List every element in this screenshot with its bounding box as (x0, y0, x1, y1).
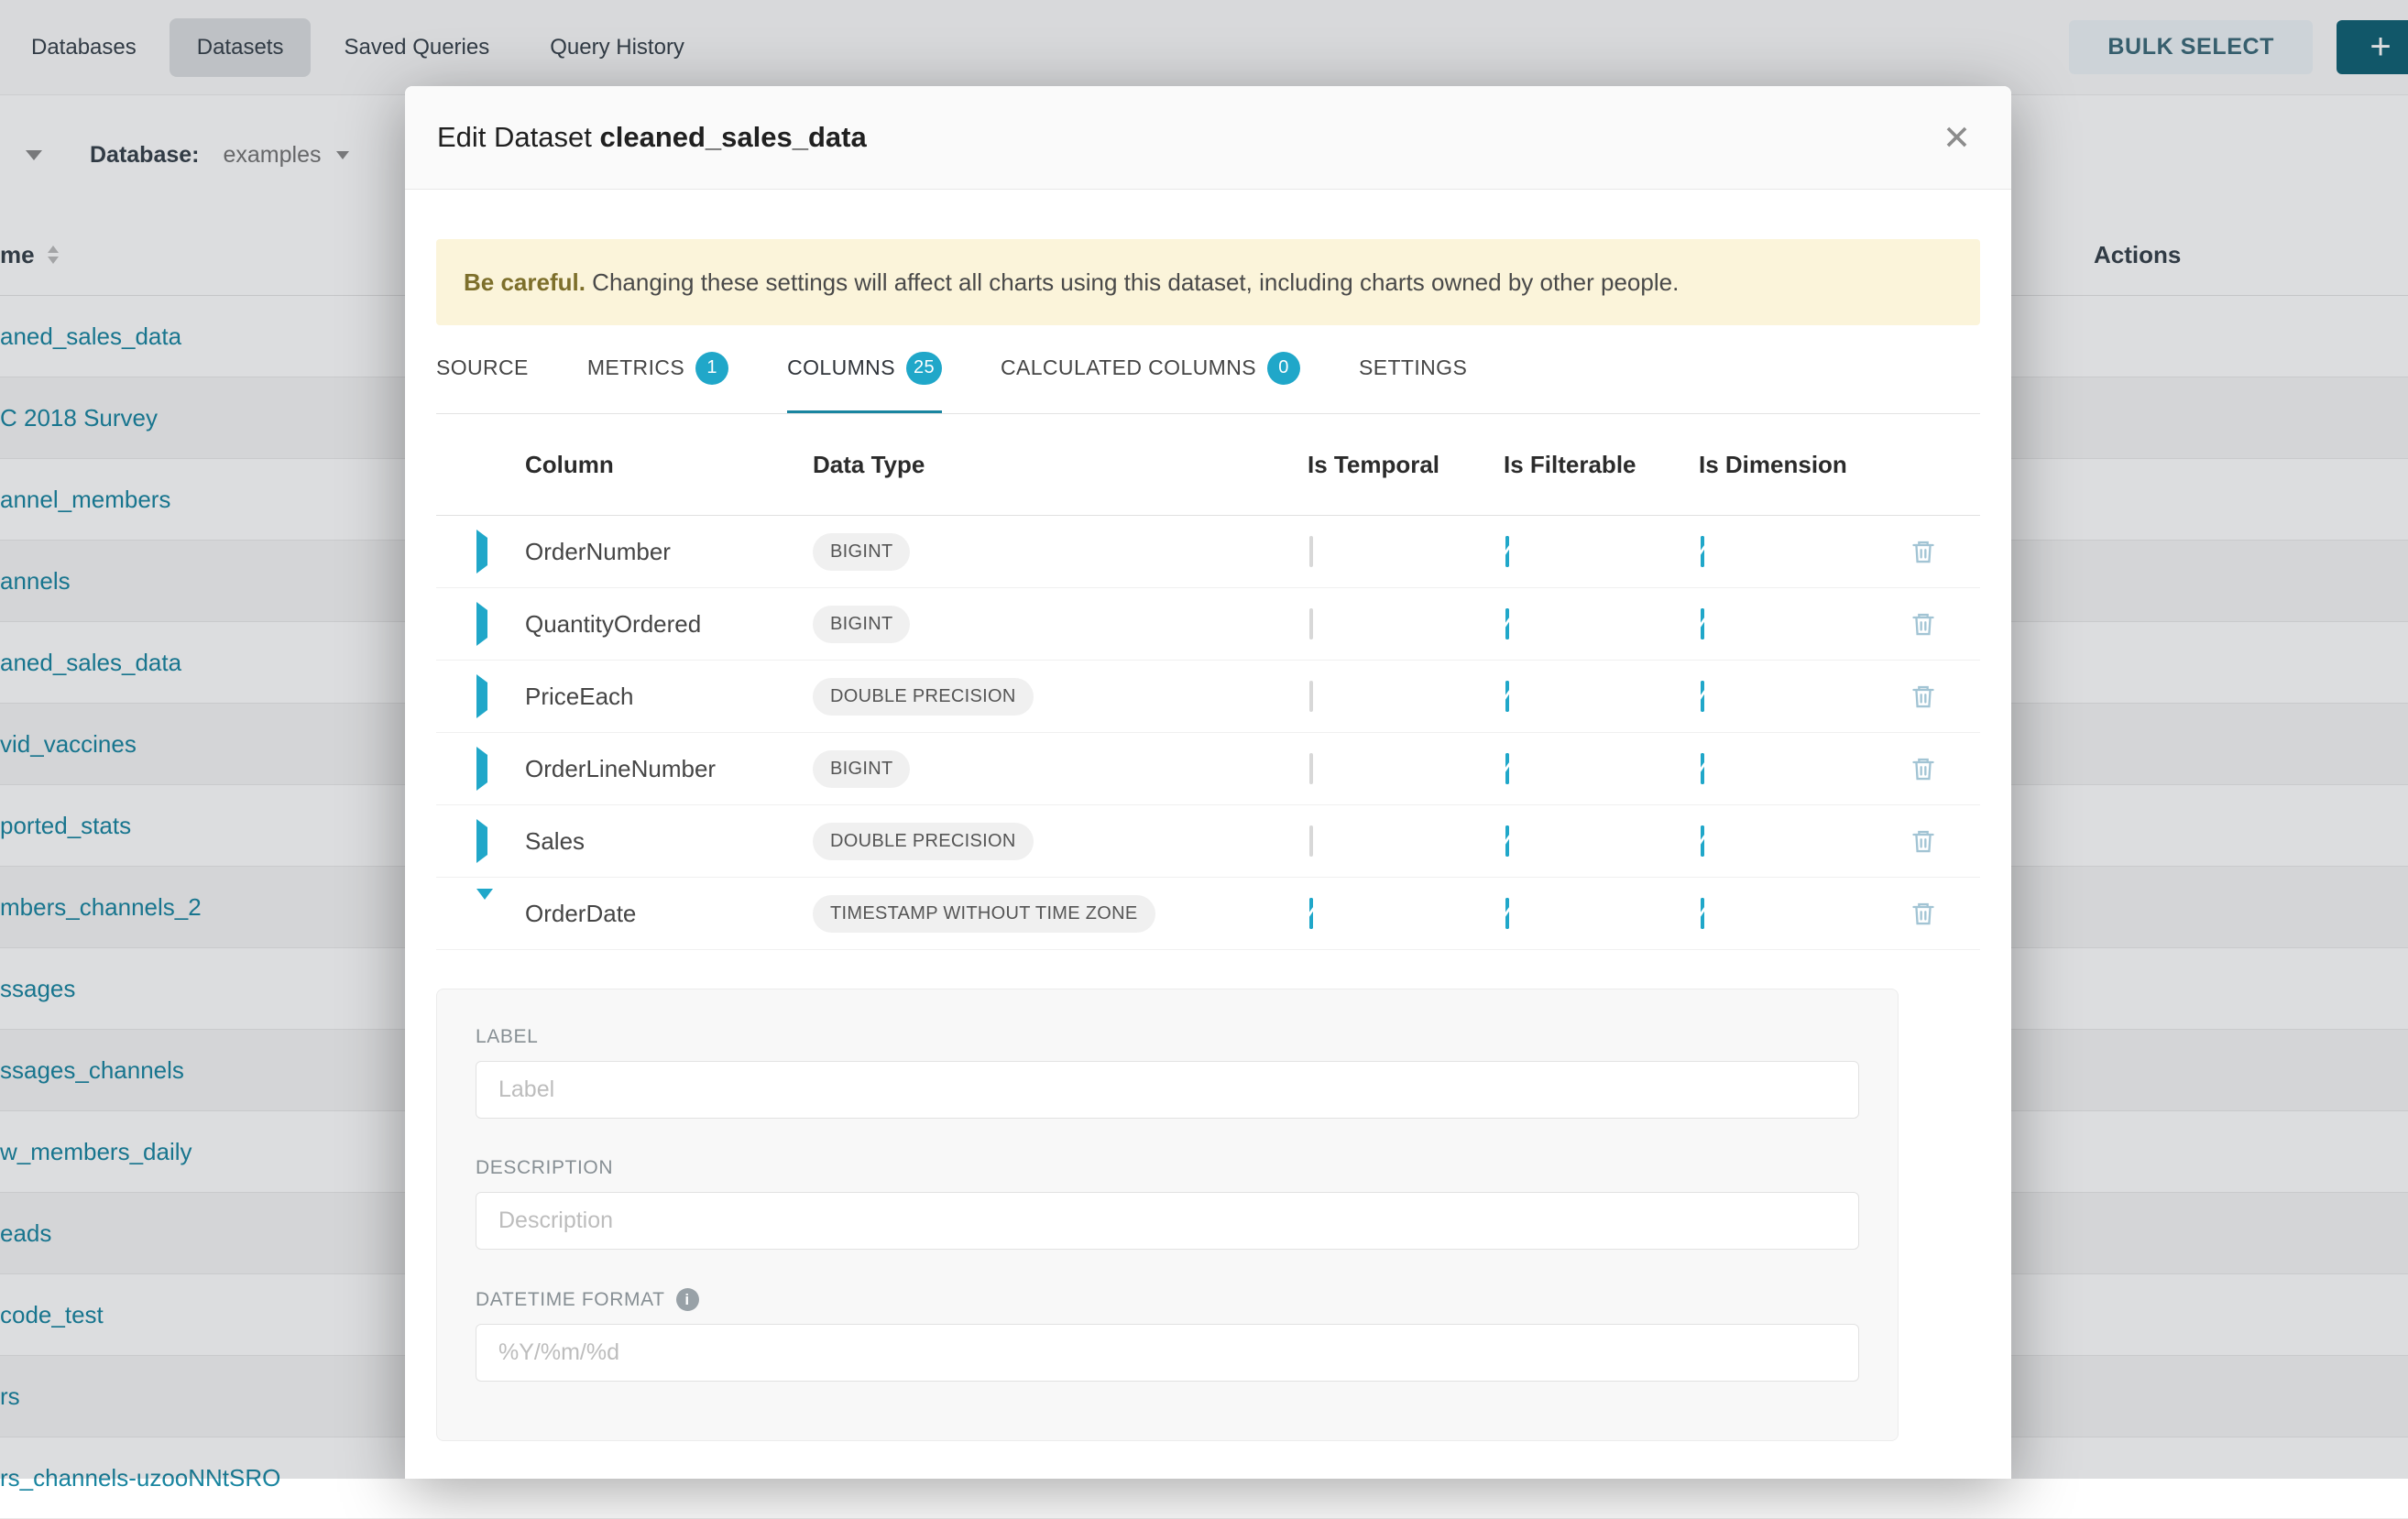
column-row: PriceEach DOUBLE PRECISION (436, 661, 1980, 733)
is-filterable-checkbox[interactable] (1505, 753, 1509, 784)
column-row: OrderLineNumber BIGINT (436, 733, 1980, 805)
info-icon[interactable]: i (676, 1288, 699, 1311)
column-name: QuantityOrdered (525, 610, 813, 639)
datetime-format-label-text: DATETIME FORMAT (476, 1289, 665, 1311)
tab-source[interactable]: SOURCE (436, 325, 529, 413)
datetime-format-input[interactable] (476, 1324, 1859, 1382)
is-filterable-checkbox[interactable] (1505, 825, 1509, 857)
is-temporal-checkbox[interactable] (1309, 536, 1313, 567)
is-filterable-checkbox[interactable] (1505, 898, 1509, 929)
delete-column-icon[interactable] (1910, 539, 1936, 564)
expand-caret-icon[interactable] (476, 819, 487, 863)
is-temporal-checkbox[interactable] (1309, 825, 1313, 857)
is-dimension-checkbox[interactable] (1701, 681, 1704, 712)
is-dimension-header: Is Dimension (1699, 451, 1866, 479)
is-filterable-header: Is Filterable (1504, 451, 1699, 479)
collapse-caret-icon[interactable] (476, 889, 493, 927)
data-type-pill: BIGINT (813, 750, 910, 788)
is-filterable-checkbox[interactable] (1505, 536, 1509, 567)
label-input[interactable] (476, 1061, 1859, 1119)
description-field-label: DESCRIPTION (476, 1157, 1859, 1179)
is-filterable-checkbox[interactable] (1505, 608, 1509, 639)
column-name: OrderDate (525, 900, 813, 928)
expand-caret-icon[interactable] (476, 530, 487, 574)
column-name: PriceEach (525, 683, 813, 711)
description-field-label-text: DESCRIPTION (476, 1157, 613, 1179)
edit-dataset-modal: Edit Dataset cleaned_sales_data ✕ Be car… (405, 86, 2011, 1479)
tab-calculated-columns[interactable]: CALCULATED COLUMNS 0 (1001, 325, 1300, 413)
tab-label: METRICS (587, 355, 684, 380)
tab-settings[interactable]: SETTINGS (1359, 325, 1467, 413)
delete-column-icon[interactable] (1910, 611, 1936, 637)
delete-column-icon[interactable] (1910, 828, 1936, 854)
metrics-count-badge: 1 (695, 352, 728, 385)
column-row: OrderDate TIMESTAMP WITHOUT TIME ZONE (436, 878, 1980, 950)
is-filterable-checkbox[interactable] (1505, 681, 1509, 712)
data-type-pill: TIMESTAMP WITHOUT TIME ZONE (813, 895, 1155, 933)
modal-title-prefix: Edit Dataset (437, 121, 599, 153)
tab-label: COLUMNS (787, 355, 895, 380)
is-temporal-checkbox[interactable] (1309, 608, 1313, 639)
column-detail-panel: LABEL DESCRIPTION DATETIME FORMAT i (436, 989, 1899, 1441)
expand-caret-icon[interactable] (476, 674, 487, 718)
tab-metrics[interactable]: METRICS 1 (587, 325, 728, 413)
warning-bold-text: Be careful. (464, 268, 586, 296)
is-dimension-checkbox[interactable] (1701, 825, 1704, 857)
column-name: OrderNumber (525, 538, 813, 566)
data-type-pill: BIGINT (813, 533, 910, 571)
label-field-label: LABEL (476, 1026, 1859, 1048)
column-name: OrderLineNumber (525, 755, 813, 783)
is-temporal-header: Is Temporal (1308, 451, 1504, 479)
is-dimension-checkbox[interactable] (1701, 536, 1704, 567)
calculated-columns-count-badge: 0 (1267, 352, 1300, 385)
is-dimension-checkbox[interactable] (1701, 753, 1704, 784)
datetime-format-field-label: DATETIME FORMAT i (476, 1288, 1859, 1311)
modal-body: Be careful. Changing these settings will… (405, 190, 2011, 1479)
modal-title: Edit Dataset cleaned_sales_data (437, 121, 867, 154)
expand-caret-icon[interactable] (476, 747, 487, 791)
tab-label: SOURCE (436, 355, 529, 380)
delete-column-icon[interactable] (1910, 901, 1936, 926)
data-type-pill: DOUBLE PRECISION (813, 678, 1034, 716)
expand-caret-icon[interactable] (476, 602, 487, 646)
label-field-label-text: LABEL (476, 1026, 538, 1048)
is-temporal-checkbox[interactable] (1309, 898, 1313, 929)
warning-text: Changing these settings will affect all … (586, 268, 1679, 296)
is-dimension-checkbox[interactable] (1701, 898, 1704, 929)
modal-tabs: SOURCE METRICS 1 COLUMNS 25 CALCULATED C… (436, 325, 1980, 414)
close-icon[interactable]: ✕ (1943, 121, 1971, 155)
column-row: OrderNumber BIGINT (436, 516, 1980, 588)
tab-columns[interactable]: COLUMNS 25 (787, 325, 942, 413)
data-type-header: Data Type (813, 451, 1308, 479)
is-dimension-checkbox[interactable] (1701, 608, 1704, 639)
data-type-pill: DOUBLE PRECISION (813, 823, 1034, 860)
column-name: Sales (525, 827, 813, 856)
columns-count-badge: 25 (906, 352, 942, 385)
data-type-pill: BIGINT (813, 606, 910, 643)
delete-column-icon[interactable] (1910, 756, 1936, 781)
warning-banner: Be careful. Changing these settings will… (436, 239, 1980, 325)
delete-column-icon[interactable] (1910, 683, 1936, 709)
modal-title-dataset-name: cleaned_sales_data (599, 121, 866, 153)
column-header: Column (525, 451, 813, 479)
is-temporal-checkbox[interactable] (1309, 681, 1313, 712)
is-temporal-checkbox[interactable] (1309, 753, 1313, 784)
description-input[interactable] (476, 1192, 1859, 1250)
columns-table-header: Column Data Type Is Temporal Is Filterab… (436, 414, 1980, 516)
column-row: QuantityOrdered BIGINT (436, 588, 1980, 661)
tab-label: SETTINGS (1359, 355, 1467, 380)
modal-header: Edit Dataset cleaned_sales_data ✕ (405, 86, 2011, 190)
column-row: Sales DOUBLE PRECISION (436, 805, 1980, 878)
tab-label: CALCULATED COLUMNS (1001, 355, 1256, 380)
